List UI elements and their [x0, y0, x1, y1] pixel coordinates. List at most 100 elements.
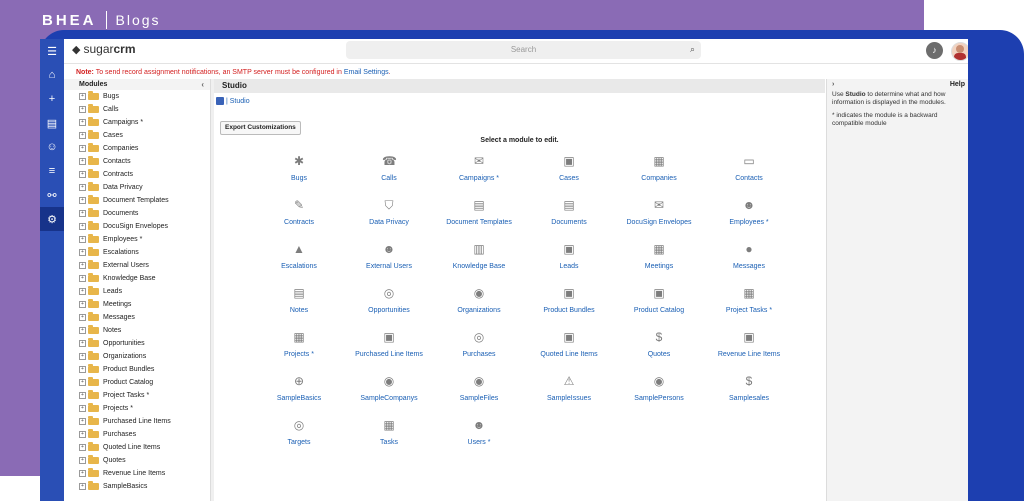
- module-label[interactable]: SamplePersons: [634, 395, 683, 402]
- module-tile[interactable]: ▦ Project Tasks *: [704, 283, 794, 327]
- module-label[interactable]: Users *: [468, 439, 491, 446]
- module-tile[interactable]: ▦ Tasks: [344, 415, 434, 459]
- add-icon[interactable]: +: [40, 87, 64, 111]
- expand-plus-icon[interactable]: +: [79, 444, 86, 451]
- expand-plus-icon[interactable]: +: [79, 197, 86, 204]
- tree-item[interactable]: + Campaigns *: [64, 116, 210, 129]
- purchased-items-icon[interactable]: ▣: [382, 330, 396, 344]
- module-label[interactable]: External Users: [366, 263, 412, 270]
- tree-item[interactable]: + Product Bundles: [64, 363, 210, 376]
- user-avatar[interactable]: [951, 42, 968, 61]
- sample-company-icon[interactable]: ◉: [382, 374, 396, 388]
- studio-tab[interactable]: Studio: [214, 79, 825, 93]
- sitemap-icon[interactable]: ⚯: [40, 183, 64, 207]
- module-label[interactable]: Purchases: [462, 351, 495, 358]
- breadcrumb-studio[interactable]: | Studio: [226, 98, 250, 105]
- tree-item[interactable]: + Purchased Line Items: [64, 415, 210, 428]
- notes-icon[interactable]: ▤: [40, 111, 64, 135]
- notification-bell-icon[interactable]: ♪: [926, 42, 943, 59]
- expand-plus-icon[interactable]: +: [79, 483, 86, 490]
- module-tile[interactable]: ✉ DocuSign Envelopes: [614, 195, 704, 239]
- contract-icon[interactable]: ✎: [292, 198, 306, 212]
- coins-icon[interactable]: ◎: [382, 286, 396, 300]
- module-tile[interactable]: ▣ Revenue Line Items: [704, 327, 794, 371]
- module-tile[interactable]: ☻ External Users: [344, 239, 434, 283]
- search-input[interactable]: Search ⌕: [346, 41, 701, 59]
- tree-item[interactable]: + Documents: [64, 207, 210, 220]
- studio-home-icon[interactable]: [216, 97, 224, 105]
- module-tile[interactable]: ▣ Quoted Line Items: [524, 327, 614, 371]
- expand-plus-icon[interactable]: +: [79, 236, 86, 243]
- module-label[interactable]: Companies: [641, 175, 676, 182]
- module-label[interactable]: Knowledge Base: [453, 263, 506, 270]
- tree-item[interactable]: + Notes: [64, 324, 210, 337]
- campaign-icon[interactable]: ✉: [472, 154, 486, 168]
- person-circle-icon[interactable]: ◉: [652, 374, 666, 388]
- search-icon[interactable]: ⌕: [690, 44, 695, 55]
- export-customizations-button[interactable]: Export Customizations: [220, 121, 301, 135]
- lead-icon[interactable]: ▣: [562, 242, 576, 256]
- expand-plus-icon[interactable]: +: [79, 249, 86, 256]
- tree-item[interactable]: + Leads: [64, 285, 210, 298]
- tree-item[interactable]: + Knowledge Base: [64, 272, 210, 285]
- contact-card-icon[interactable]: ▭: [742, 154, 756, 168]
- module-label[interactable]: Projects *: [284, 351, 314, 358]
- module-label[interactable]: Product Bundles: [543, 307, 594, 314]
- module-label[interactable]: Project Tasks *: [726, 307, 772, 314]
- module-tile[interactable]: ⛉ Data Privacy: [344, 195, 434, 239]
- module-tile[interactable]: ◉ Organizations: [434, 283, 524, 327]
- tree-item[interactable]: + Messages: [64, 311, 210, 324]
- warning-icon[interactable]: ⚠: [562, 374, 576, 388]
- module-label[interactable]: Contracts: [284, 219, 314, 226]
- tree-item[interactable]: + Document Templates: [64, 194, 210, 207]
- admin-gear-icon[interactable]: ⚙: [40, 207, 64, 231]
- module-label[interactable]: SampleBasics: [277, 395, 321, 402]
- module-label[interactable]: Quotes: [648, 351, 671, 358]
- document-template-icon[interactable]: ▤: [472, 198, 486, 212]
- module-tile[interactable]: ☎ Calls: [344, 151, 434, 195]
- tree-item[interactable]: + Escalations: [64, 246, 210, 259]
- tree-item[interactable]: + Bugs: [64, 90, 210, 103]
- module-tile[interactable]: ▤ Document Templates: [434, 195, 524, 239]
- tree-item[interactable]: + Projects *: [64, 402, 210, 415]
- module-label[interactable]: Escalations: [281, 263, 317, 270]
- expand-plus-icon[interactable]: +: [79, 132, 86, 139]
- employee-icon[interactable]: ☻: [742, 198, 756, 212]
- calendar-icon[interactable]: ▦: [652, 242, 666, 256]
- expand-plus-icon[interactable]: +: [79, 158, 86, 165]
- module-tile[interactable]: ▣ Product Bundles: [524, 283, 614, 327]
- chat-icon[interactable]: ●: [742, 242, 756, 256]
- tree-item[interactable]: + Companies: [64, 142, 210, 155]
- module-label[interactable]: SampleIssues: [547, 395, 591, 402]
- expand-plus-icon[interactable]: +: [79, 431, 86, 438]
- module-tile[interactable]: $ Quotes: [614, 327, 704, 371]
- bug-icon[interactable]: ✱: [292, 154, 306, 168]
- module-tile[interactable]: ◎ Purchases: [434, 327, 524, 371]
- note-icon[interactable]: ▤: [292, 286, 306, 300]
- arrow-up-icon[interactable]: ▲: [292, 242, 306, 256]
- module-tile[interactable]: ✉ Campaigns *: [434, 151, 524, 195]
- module-label[interactable]: SampleFiles: [460, 395, 499, 402]
- module-tile[interactable]: ▣ Product Catalog: [614, 283, 704, 327]
- document-icon[interactable]: ▤: [562, 198, 576, 212]
- quote-icon[interactable]: $: [652, 330, 666, 344]
- module-label[interactable]: Contacts: [735, 175, 763, 182]
- expand-plus-icon[interactable]: +: [79, 379, 86, 386]
- project-icon[interactable]: ▦: [292, 330, 306, 344]
- purchase-icon[interactable]: ◎: [472, 330, 486, 344]
- collapse-left-icon[interactable]: ‹: [201, 79, 204, 90]
- module-tile[interactable]: ⊕ SampleBasics: [254, 371, 344, 415]
- home-icon[interactable]: ⌂: [40, 63, 64, 87]
- module-tile[interactable]: ● Messages: [704, 239, 794, 283]
- expand-plus-icon[interactable]: +: [79, 314, 86, 321]
- hamburger-menu-icon[interactable]: ☰: [40, 39, 64, 63]
- module-tile[interactable]: ▣ Leads: [524, 239, 614, 283]
- tree-item[interactable]: + Opportunities: [64, 337, 210, 350]
- tree-item[interactable]: + Organizations: [64, 350, 210, 363]
- tree-item[interactable]: + DocuSign Envelopes: [64, 220, 210, 233]
- expand-plus-icon[interactable]: +: [79, 275, 86, 282]
- module-tile[interactable]: ▦ Projects *: [254, 327, 344, 371]
- expand-plus-icon[interactable]: +: [79, 171, 86, 178]
- module-tile[interactable]: ◉ SampleFiles: [434, 371, 524, 415]
- expand-plus-icon[interactable]: +: [79, 457, 86, 464]
